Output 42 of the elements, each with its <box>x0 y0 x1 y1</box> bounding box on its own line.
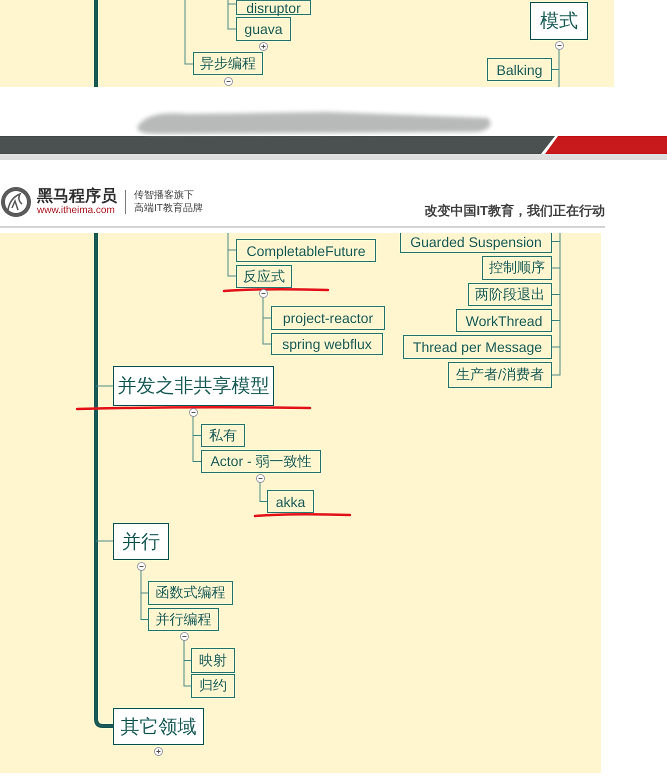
horse-logo-icon <box>0 186 32 218</box>
collapse-toggle-icon[interactable] <box>554 40 564 50</box>
mind-map-node[interactable]: 控制顺序 <box>482 256 552 280</box>
mind-map-node[interactable]: Balking <box>487 58 552 81</box>
slogan-text: 改变中国IT教育，我们正在行动 <box>424 202 605 220</box>
mind-map-node[interactable]: Guarded Suspension <box>400 233 552 253</box>
brand-tagline: 传智播客旗下 <box>134 189 195 202</box>
mind-map-node[interactable]: akka <box>267 490 314 513</box>
collapse-toggle-icon[interactable] <box>188 408 198 416</box>
mind-map-node[interactable]: 反应式 <box>236 265 292 288</box>
brand-name: 黑马程序员 <box>37 188 117 206</box>
mind-map-node[interactable]: 异步编程 <box>193 52 263 75</box>
connector-line <box>260 482 268 502</box>
expand-toggle-icon[interactable] <box>258 42 268 50</box>
mind-map-node[interactable]: guava <box>236 17 291 41</box>
mind-map-node[interactable]: WorkThread <box>456 309 552 332</box>
mind-map-node[interactable]: disruptor <box>236 0 311 15</box>
mind-map-node[interactable]: 其它领域 <box>113 708 204 745</box>
brand-tagline: 高端IT教育品牌 <box>134 202 203 215</box>
mind-map-node[interactable]: project-reactor <box>271 306 385 330</box>
mind-map-node[interactable]: spring webflux <box>271 333 383 355</box>
mind-map-node[interactable]: Thread per Message <box>403 335 552 359</box>
mind-map-node[interactable]: 两阶段退出 <box>468 283 552 306</box>
mind-map-node[interactable]: 并行 <box>113 523 169 560</box>
mind-map-node[interactable]: 模式 <box>530 2 588 40</box>
collapse-toggle-icon[interactable] <box>256 474 264 482</box>
brand-url: www.itheima.com <box>37 205 116 216</box>
mind-map-node[interactable]: 私有 <box>201 424 245 447</box>
mind-map-node[interactable]: 并发之非共享模型 <box>113 366 274 406</box>
mind-map-node[interactable]: 并行编程 <box>148 608 219 631</box>
mind-map-node[interactable]: Actor - 弱一致性 <box>201 450 321 473</box>
connector-line <box>96 540 114 542</box>
mind-map-node[interactable]: 函数式编程 <box>148 581 233 605</box>
mind-map-node[interactable]: 映射 <box>191 648 235 673</box>
collapse-toggle-icon[interactable] <box>136 562 146 570</box>
mind-map-node[interactable]: 归约 <box>191 674 235 698</box>
mind-map-node[interactable]: CompletableFuture <box>236 239 376 262</box>
expand-toggle-icon[interactable] <box>154 746 162 756</box>
collapse-toggle-icon[interactable] <box>224 76 232 86</box>
mind-map-node[interactable]: 生产者/消费者 <box>448 362 552 388</box>
connector-line <box>184 0 194 64</box>
collapse-toggle-icon[interactable] <box>180 632 188 640</box>
